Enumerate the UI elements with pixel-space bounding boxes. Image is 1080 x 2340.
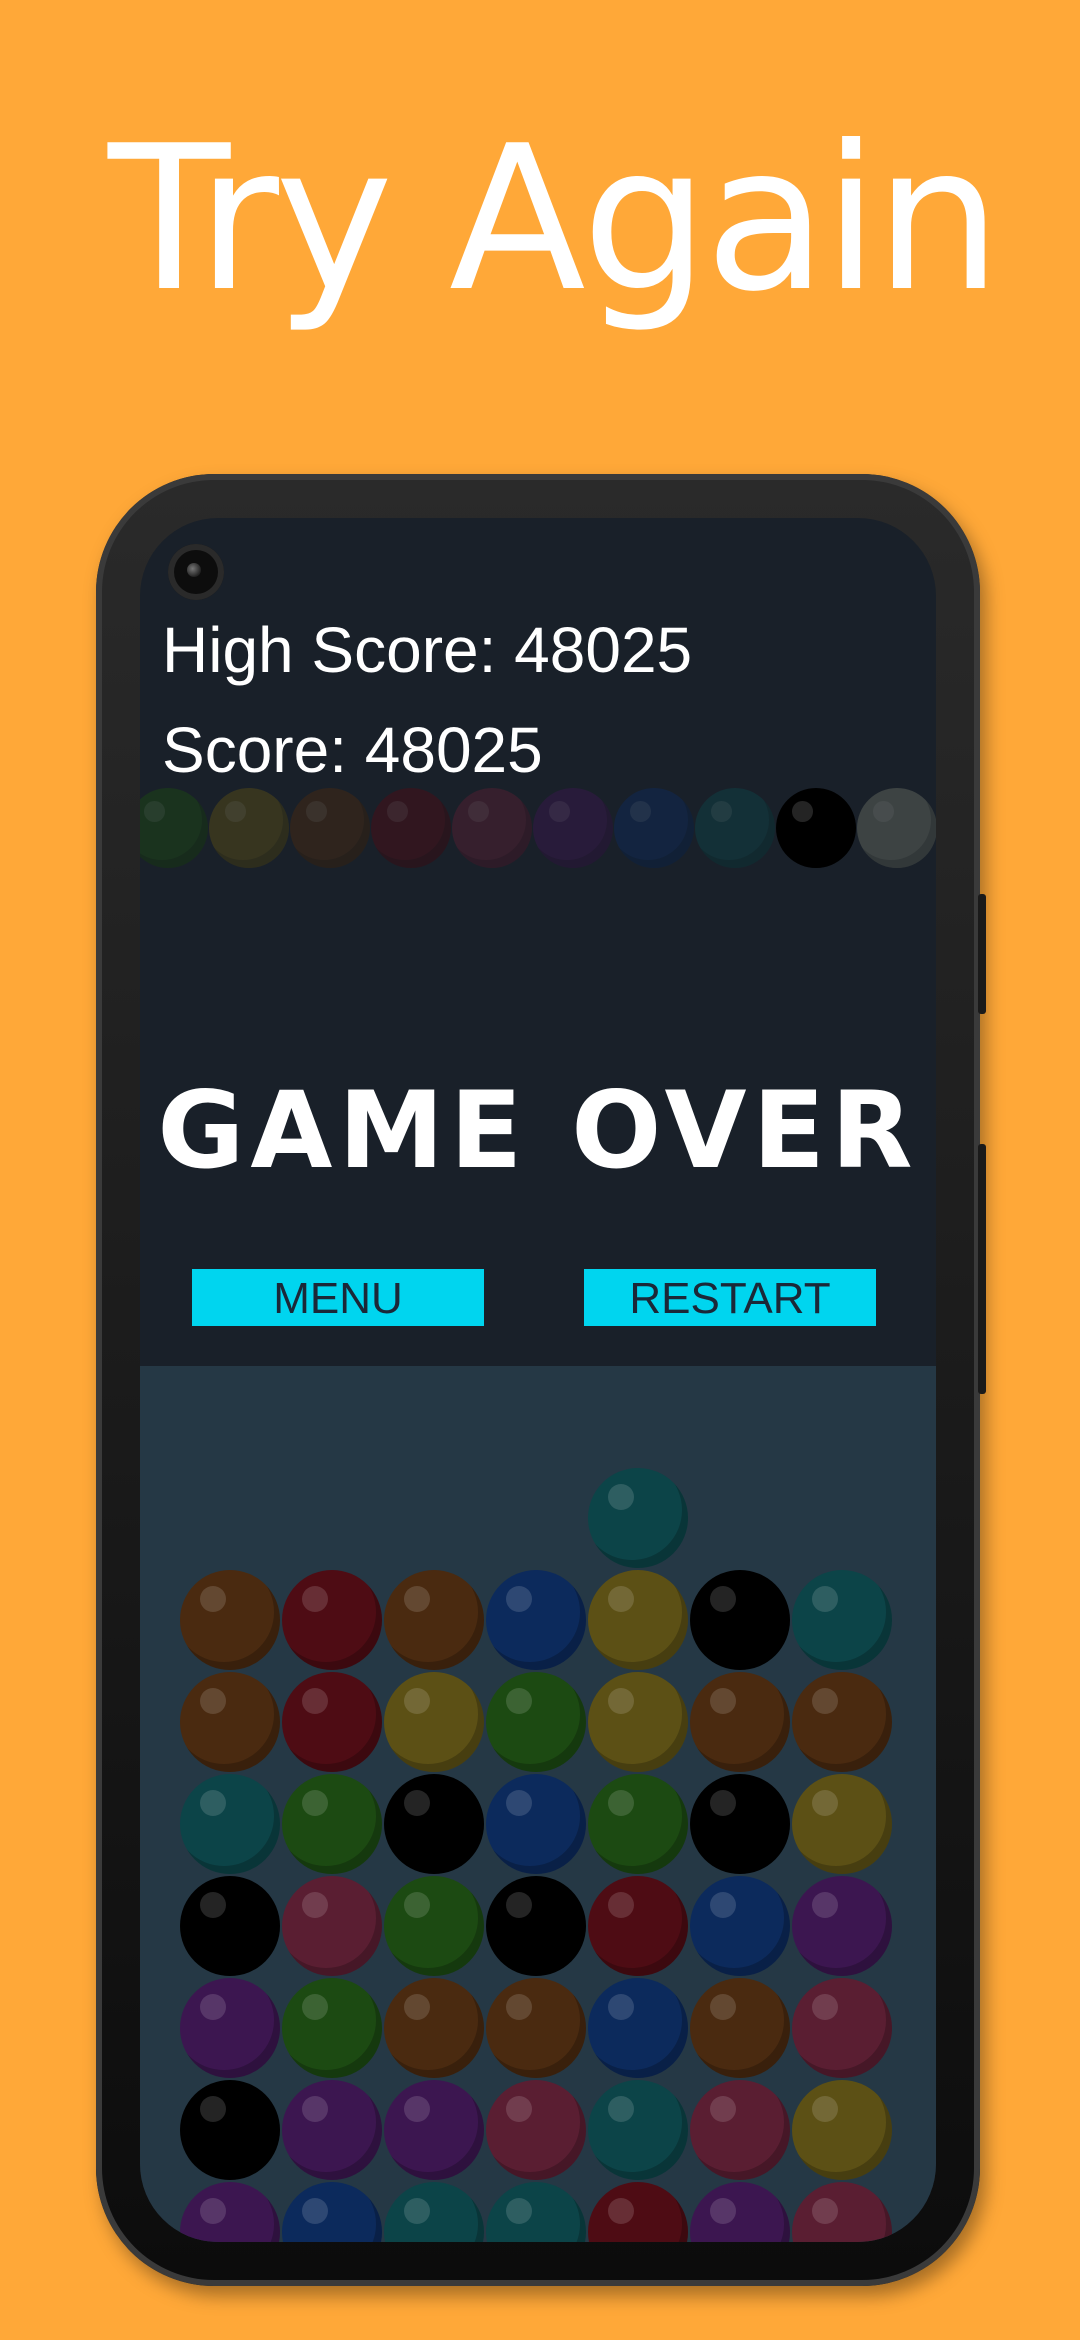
- board-ball-black[interactable]: [180, 1876, 280, 1976]
- headline: Try Again: [108, 103, 1002, 336]
- board-ball-black[interactable]: [384, 1774, 484, 1874]
- board-ball-pink[interactable]: [792, 1978, 892, 2078]
- board-ball-blue[interactable]: [486, 1570, 586, 1670]
- restart-button[interactable]: RESTART: [584, 1269, 876, 1326]
- preview-ball-yellow: [209, 788, 289, 868]
- board-ball-yellow[interactable]: [384, 1672, 484, 1772]
- board-ball-teal[interactable]: [180, 1774, 280, 1874]
- board-ball-purple[interactable]: [384, 2080, 484, 2180]
- phone-frame: High Score: 48025 Score: 48025 GAME OVER…: [96, 474, 986, 2286]
- board-ball-black[interactable]: [690, 1570, 790, 1670]
- preview-ball-green: [140, 788, 208, 868]
- board-ball-yellow[interactable]: [588, 1570, 688, 1670]
- board-ball-red[interactable]: [282, 1672, 382, 1772]
- board-ball-purple[interactable]: [282, 2080, 382, 2180]
- board-ball-teal[interactable]: [792, 1570, 892, 1670]
- board-ball-pink[interactable]: [282, 1876, 382, 1976]
- preview-ball-blue: [614, 788, 694, 868]
- board-ball-brown[interactable]: [690, 1978, 790, 2078]
- board-ball-green[interactable]: [588, 1774, 688, 1874]
- board-ball-yellow[interactable]: [792, 2080, 892, 2180]
- board-ball-blue[interactable]: [588, 1978, 688, 2078]
- falling-ball[interactable]: [588, 1468, 688, 1568]
- high-score: High Score: 48025: [162, 614, 693, 686]
- board-ball-red[interactable]: [588, 1876, 688, 1976]
- board-ball-brown[interactable]: [690, 1672, 790, 1772]
- board-ball-purple[interactable]: [792, 1876, 892, 1976]
- board-ball-pink[interactable]: [486, 2080, 586, 2180]
- board-ball-teal[interactable]: [588, 2080, 688, 2180]
- board-ball-teal[interactable]: [384, 2182, 484, 2242]
- menu-button[interactable]: MENU: [192, 1269, 484, 1326]
- board-ball-green[interactable]: [384, 1876, 484, 1976]
- board-ball-brown[interactable]: [384, 1570, 484, 1670]
- board-ball-teal[interactable]: [486, 2182, 586, 2242]
- preview-ball-pink: [452, 788, 532, 868]
- preview-ball-red: [371, 788, 451, 868]
- board-ball-black[interactable]: [690, 1774, 790, 1874]
- board-ball-red[interactable]: [282, 1570, 382, 1670]
- board-ball-brown[interactable]: [180, 1672, 280, 1772]
- current-score: Score: 48025: [162, 714, 543, 786]
- phone-side-button-top: [978, 894, 986, 1014]
- preview-ball-purple: [533, 788, 613, 868]
- board-ball-brown[interactable]: [792, 1672, 892, 1772]
- preview-ball-black: [776, 788, 856, 868]
- preview-ball-teal: [695, 788, 775, 868]
- board-ball-brown[interactable]: [384, 1978, 484, 2078]
- board-ball-purple[interactable]: [690, 2182, 790, 2242]
- game-board[interactable]: [140, 1366, 936, 2242]
- board-ball-black[interactable]: [180, 2080, 280, 2180]
- board-ball-blue[interactable]: [486, 1774, 586, 1874]
- board-ball-green[interactable]: [282, 1978, 382, 2078]
- board-ball-brown[interactable]: [180, 1570, 280, 1670]
- game-over-title: GAME OVER: [157, 1069, 919, 1192]
- board-ball-green[interactable]: [486, 1672, 586, 1772]
- board-ball-brown[interactable]: [486, 1978, 586, 2078]
- board-ball-purple[interactable]: [180, 2182, 280, 2242]
- board-ball-green[interactable]: [282, 1774, 382, 1874]
- board-ball-pink[interactable]: [690, 2080, 790, 2180]
- phone-side-button-bottom: [978, 1144, 986, 1394]
- board-ball-purple[interactable]: [180, 1978, 280, 2078]
- camera-icon: [168, 544, 224, 600]
- preview-ball-brown: [290, 788, 370, 868]
- board-ball-black[interactable]: [486, 1876, 586, 1976]
- board-ball-red[interactable]: [588, 2182, 688, 2242]
- preview-ball-gray: [857, 788, 936, 868]
- board-ball-blue[interactable]: [690, 1876, 790, 1976]
- game-screen: High Score: 48025 Score: 48025 GAME OVER…: [140, 518, 936, 2242]
- board-ball-yellow[interactable]: [588, 1672, 688, 1772]
- board-ball-blue[interactable]: [282, 2182, 382, 2242]
- board-ball-yellow[interactable]: [792, 1774, 892, 1874]
- board-ball-pink[interactable]: [792, 2182, 892, 2242]
